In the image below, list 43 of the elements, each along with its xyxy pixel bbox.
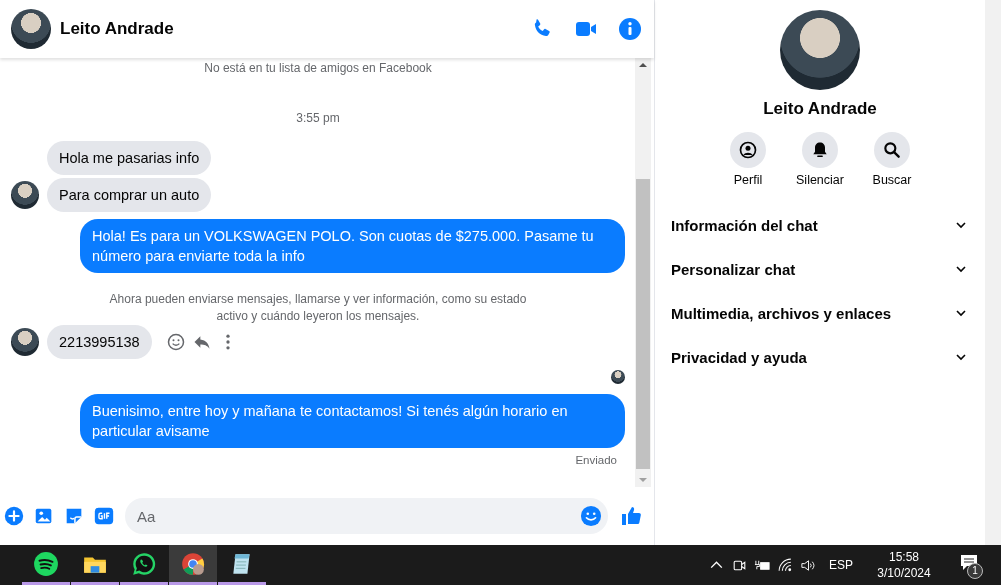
action-label: Buscar [872,173,912,187]
scrollbar[interactable] [635,58,651,487]
wifi-icon[interactable] [777,556,794,574]
system-notice: No está en tu lista de amigos en Facebook [204,60,432,77]
action-label: Perfil [733,173,763,187]
notification-count: 1 [967,563,983,579]
info-icon[interactable] [618,17,642,41]
person-icon [738,140,758,160]
thumbs-up-icon[interactable] [620,504,644,528]
message-bubble: 2213995138 [47,325,152,359]
scrollbar[interactable] [985,0,1001,545]
delivery-status: Enviado [575,454,617,466]
profile-action-button[interactable] [730,132,766,168]
gif-icon[interactable] [93,505,115,527]
section-header[interactable]: Privacidad y ayuda [671,335,969,379]
section-header[interactable]: Personalizar chat [671,247,969,291]
message-bubble: Hola! Es para un VOLKSWAGEN POLO. Son cuotas de $275.000. Pasame tu número para enviarte toda la info [80,219,625,273]
contact-name: Leito Andrade [763,99,877,119]
music-app-icon [33,550,59,577]
clock[interactable]: 15:58 3/10/2024 [867,549,941,581]
profile-action-button[interactable] [802,132,838,168]
avatar [11,9,51,49]
section-header[interactable]: Multimedia, archivos y enlaces [671,291,969,335]
taskbar-app[interactable] [169,545,217,585]
action-label: Silenciar [796,173,844,187]
notification-button[interactable]: 1 [957,549,987,581]
message-bubble: Hola me pasarias info [47,141,212,175]
language-indicator[interactable]: ESP [829,558,853,572]
plus-icon[interactable] [3,505,25,527]
message-input[interactable]: Aa [125,498,608,534]
message-bubble: Para comprar un auto [47,178,212,212]
browser-icon [180,550,206,577]
message-bubble: Buenisimo, entre hoy y mañana te contactamos! Si tenés algún horario en particular avisame [80,394,625,448]
emoji-icon[interactable] [165,332,186,352]
contact-name: Leito Andrade [60,19,175,39]
profile-action-button[interactable] [874,132,910,168]
timestamp: 3:55 pm [296,111,340,125]
seen-avatar [611,370,625,384]
section-header[interactable]: Información del chat [671,203,969,247]
chat-app-icon [131,550,157,577]
search-icon [882,140,902,160]
emoji-icon[interactable] [580,505,602,527]
system-notice: Ahora pueden enviarse mensajes, llamarse y ver información, como su estado activo y cuándo leyeron los mensajes. [108,291,528,325]
